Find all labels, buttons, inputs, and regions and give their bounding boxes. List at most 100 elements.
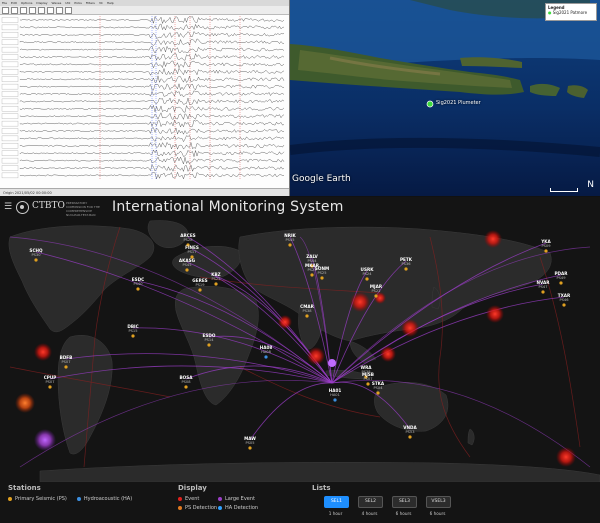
station-label[interactable]: SCHQ PS30 — [24, 248, 48, 258]
legend-hydroacoustic[interactable]: Hydroacoustic (HA) — [76, 496, 132, 502]
sel3-button[interactable]: SEL3 — [392, 496, 417, 508]
menu-file[interactable]: File — [2, 1, 7, 5]
legend-primary-seismic[interactable]: Primary Seismic (PS) — [8, 496, 67, 502]
compass-icon[interactable]: N — [587, 180, 594, 190]
event-marker[interactable] — [307, 347, 325, 365]
ps-station-icon[interactable] — [48, 385, 52, 389]
station-label[interactable]: PETK PS36 — [394, 257, 418, 267]
channel-label[interactable] — [1, 61, 19, 68]
event-pin-icon[interactable] — [426, 100, 434, 108]
ps-station-icon[interactable] — [408, 435, 412, 439]
channel-label[interactable] — [1, 128, 19, 134]
ha-station-icon[interactable] — [264, 355, 268, 359]
large-event-marker[interactable] — [34, 429, 56, 451]
station-label[interactable]: CMAR PS38 — [295, 304, 319, 314]
menu-waves[interactable]: Waves — [51, 1, 61, 5]
station-label[interactable]: USRK PS24 — [355, 267, 379, 277]
station-label[interactable]: DBIC PS15 — [121, 324, 145, 334]
channel-label[interactable] — [1, 54, 19, 60]
station-label[interactable]: GERES PS19 — [188, 278, 212, 288]
toolbar-button[interactable] — [65, 6, 72, 14]
event-marker[interactable] — [380, 346, 396, 362]
station-label[interactable]: NVAR PS47 — [531, 280, 555, 290]
station-label[interactable]: HA08 HA08 — [254, 345, 278, 355]
station-label[interactable]: ARCES PS28 — [176, 233, 200, 243]
event-marker[interactable] — [486, 305, 504, 323]
vsel3-button[interactable]: VSEL3 — [426, 496, 451, 508]
station-label[interactable]: ESDC PS40 — [126, 277, 150, 287]
station-label[interactable]: TXAR PS46 — [552, 293, 576, 303]
channel-label[interactable] — [1, 135, 19, 142]
toolbar-button[interactable] — [38, 6, 45, 14]
menu-picks[interactable]: Picks — [74, 1, 82, 5]
ps-station-icon[interactable] — [248, 446, 252, 450]
station-label[interactable]: BDFB PS07 — [54, 355, 78, 365]
channel-label[interactable] — [1, 83, 19, 90]
sel1-button[interactable]: SEL1 — [324, 496, 349, 508]
channel-label[interactable] — [1, 113, 19, 119]
hamburger-menu-icon[interactable]: ☰ — [4, 203, 12, 212]
station-label[interactable]: MAW PS05 — [238, 436, 262, 446]
ps-station-icon[interactable] — [198, 288, 202, 292]
event-marker[interactable] — [484, 230, 502, 248]
ps-station-icon[interactable] — [184, 385, 188, 389]
toolbar-button[interactable] — [56, 6, 63, 14]
station-label[interactable]: ESDO PS14 — [197, 333, 221, 343]
channel-label[interactable] — [1, 39, 19, 45]
channel-label[interactable] — [1, 76, 19, 82]
channel-label[interactable] — [1, 172, 19, 179]
event-marker[interactable] — [401, 319, 419, 337]
ha-station-icon[interactable] — [333, 398, 337, 402]
station-label[interactable]: STKA PS04 — [366, 381, 390, 391]
waveform-trace[interactable] — [19, 119, 285, 128]
channel-label[interactable] — [1, 143, 19, 149]
channel-label[interactable] — [1, 17, 19, 23]
menu-3c[interactable]: 3C — [99, 1, 103, 5]
ps-station-icon[interactable] — [288, 243, 292, 247]
station-label[interactable]: MJAR PS22 — [364, 284, 388, 294]
waveform-trace[interactable] — [19, 45, 285, 54]
legend-event[interactable]: Event — [178, 496, 218, 502]
ps-station-icon[interactable] — [185, 268, 189, 272]
ps-station-icon[interactable] — [64, 365, 68, 369]
channel-label[interactable] — [1, 150, 19, 156]
event-marker[interactable] — [15, 393, 35, 413]
station-label[interactable]: FINES PS17 — [180, 245, 204, 255]
ps-station-icon[interactable] — [34, 258, 38, 262]
ps-station-icon[interactable] — [562, 303, 566, 307]
waveform-traces[interactable] — [0, 14, 289, 188]
channel-label[interactable] — [1, 98, 19, 105]
station-label[interactable]: YKA PS09 — [534, 239, 558, 249]
ps-station-icon[interactable] — [376, 391, 380, 395]
ps-station-icon[interactable] — [136, 287, 140, 291]
station-label[interactable]: BOSA PS08 — [174, 375, 198, 385]
event-marker[interactable] — [556, 447, 576, 467]
ps-station-icon[interactable] — [207, 343, 211, 347]
station-label[interactable]: AKASG PS45 — [175, 258, 199, 268]
channel-label[interactable] — [1, 32, 19, 38]
channel-label[interactable] — [1, 157, 19, 164]
ps-station-icon[interactable] — [320, 276, 324, 280]
toolbar-button[interactable] — [2, 6, 9, 14]
ps-station-icon[interactable] — [365, 277, 369, 281]
toolbar-button[interactable] — [20, 6, 27, 14]
station-label[interactable]: CPUP PS07 — [38, 375, 62, 385]
large-event-marker[interactable] — [328, 359, 336, 367]
channel-label[interactable] — [1, 106, 19, 112]
menu-display[interactable]: Display — [36, 1, 47, 5]
legend-ps-detection[interactable]: PS Detection — [178, 505, 218, 511]
channel-label[interactable] — [1, 24, 19, 31]
event-marker[interactable] — [278, 315, 292, 329]
menu-edit[interactable]: Edit — [11, 1, 17, 5]
channel-label[interactable] — [1, 120, 19, 127]
station-label[interactable]: VNDA PS53 — [398, 425, 422, 435]
legend-ha-detection[interactable]: HA Detection — [218, 505, 278, 511]
event-marker[interactable] — [350, 292, 370, 312]
menu-options[interactable]: Options — [21, 1, 33, 5]
ps-station-icon[interactable] — [541, 290, 545, 294]
ps-station-icon[interactable] — [131, 334, 135, 338]
event-marker[interactable] — [34, 343, 52, 361]
ps-station-icon[interactable] — [305, 314, 309, 318]
ps-station-icon[interactable] — [214, 282, 218, 286]
station-label[interactable]: NRIK PS45 — [278, 233, 302, 243]
